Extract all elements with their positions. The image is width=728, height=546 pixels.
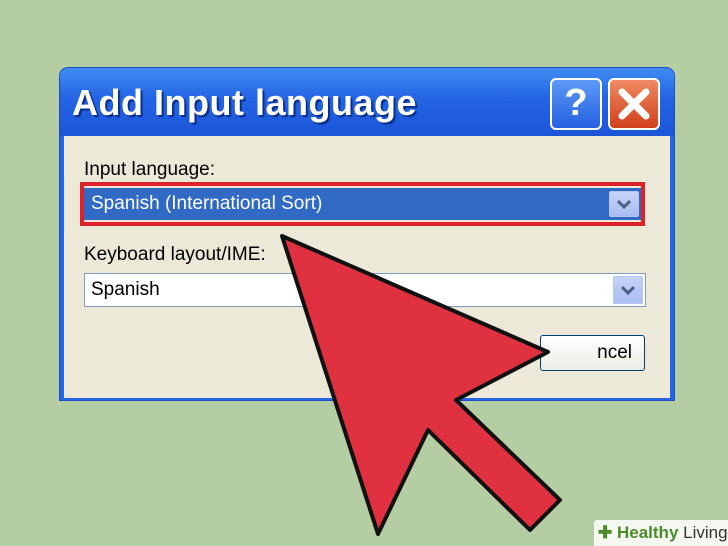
brand-name-bold: Healthy (616, 523, 679, 542)
pointer-arrow-icon (280, 234, 562, 536)
watermark: ✚ Healthy Living (594, 520, 728, 546)
plus-icon: ✚ (598, 523, 613, 542)
brand-name-rest: Living (678, 523, 728, 542)
